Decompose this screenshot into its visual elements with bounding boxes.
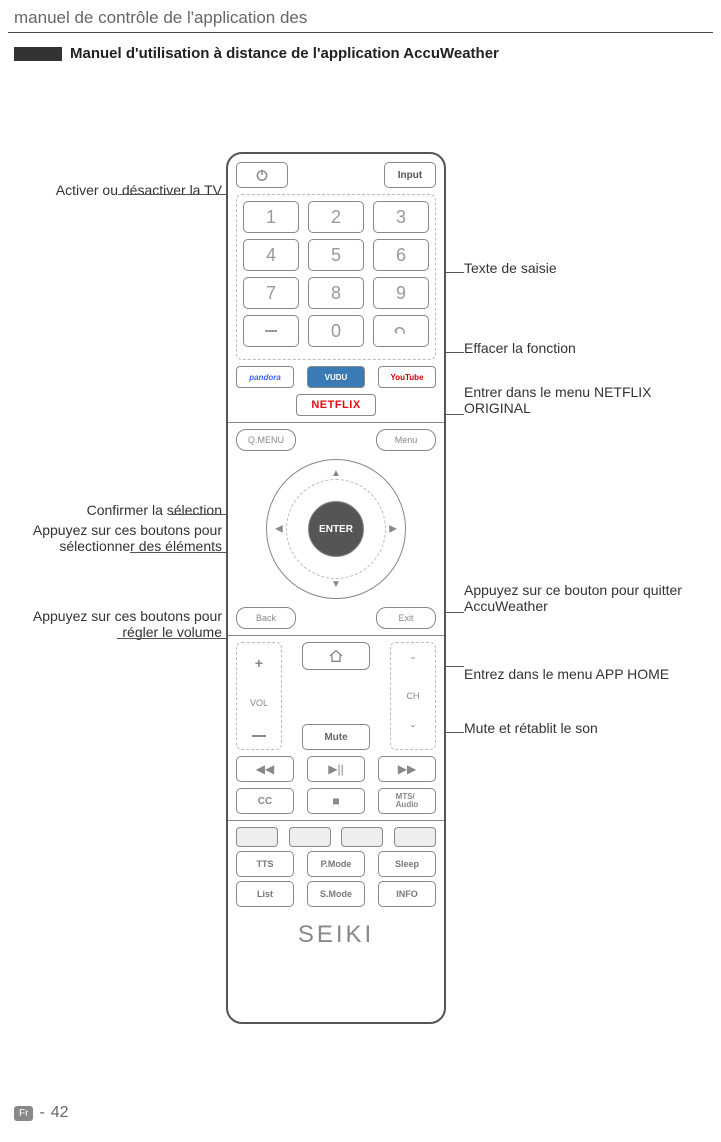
back-button[interactable]: Back	[236, 607, 296, 629]
qmenu-button[interactable]: Q.MENU	[236, 429, 296, 451]
section-title: Manuel d'utilisation à distance de l'app…	[70, 45, 499, 62]
section-color-block	[14, 47, 62, 61]
page-number: 42	[51, 1104, 69, 1122]
home-icon	[328, 648, 344, 664]
tts-button[interactable]: TTS	[236, 851, 294, 877]
num-9[interactable]: 9	[373, 277, 429, 309]
callout-confirm-text: Confirmer la sélection	[87, 502, 222, 518]
callout-select: Appuyez sur ces boutons pour sélectionne…	[0, 522, 222, 554]
ch-label: CH	[407, 691, 420, 701]
nav-section: Q.MENU Menu Back Exit ▲ ▼ ◀ ▶ ENTER	[236, 429, 436, 629]
pmode-button[interactable]: P.Mode	[307, 851, 365, 877]
pandora-button[interactable]: pandora	[236, 366, 294, 388]
num-1[interactable]: 1	[243, 201, 299, 233]
vol-down-icon	[252, 735, 266, 737]
sleep-button[interactable]: Sleep	[378, 851, 436, 877]
callout-mute: Mute et rétablit le son	[464, 720, 598, 736]
ch-down-icon: ˇ	[411, 723, 415, 737]
home-button[interactable]	[302, 642, 370, 670]
callout-text-input: Texte de saisie	[464, 260, 557, 276]
vol-label: VOL	[250, 698, 268, 708]
power-icon	[255, 168, 269, 182]
exit-button[interactable]: Exit	[376, 607, 436, 629]
callout-netflix: Entrer dans le menu NETFLIX ORIGINAL	[464, 384, 704, 416]
dpad-inner: ENTER	[286, 479, 386, 579]
dpad-left[interactable]: ◀	[275, 524, 283, 535]
num-0[interactable]: 0	[308, 315, 364, 347]
callout-clear-text: Effacer la fonction	[464, 340, 576, 356]
num-7[interactable]: 7	[243, 277, 299, 309]
callout-exit-text: Appuyez sur ce bouton pour quitter AccuW…	[464, 582, 682, 614]
leader-line	[130, 552, 226, 553]
dpad-right[interactable]: ▶	[389, 524, 397, 535]
numpad-group: 1 2 3 4 5 6 7 8 9 0	[236, 194, 436, 360]
color-yellow[interactable]	[341, 827, 383, 847]
divider	[228, 635, 444, 636]
callout-clear: Effacer la fonction	[464, 340, 576, 356]
callout-text-input-text: Texte de saisie	[464, 260, 557, 276]
ch-up-icon: ˆ	[411, 655, 415, 669]
input-button[interactable]: Input	[384, 162, 436, 188]
power-button[interactable]	[236, 162, 288, 188]
vudu-button[interactable]: VUDU	[307, 366, 365, 388]
callout-volume-text: Appuyez sur ces boutons pour régler le v…	[33, 608, 222, 640]
num-3[interactable]: 3	[373, 201, 429, 233]
mts-audio-button[interactable]: MTS/ Audio	[378, 788, 436, 814]
cc-button[interactable]: CC	[236, 788, 294, 814]
leader-line	[172, 514, 226, 515]
menu-button[interactable]: Menu	[376, 429, 436, 451]
vol-up-icon: +	[255, 655, 263, 671]
brand-logo: SEIKI	[236, 921, 436, 949]
callout-mute-text: Mute et rétablit le son	[464, 720, 598, 736]
smode-button[interactable]: S.Mode	[307, 881, 365, 907]
callout-exit: Appuyez sur ce bouton pour quitter AccuW…	[464, 582, 714, 614]
rewind-button[interactable]: ◀◀	[236, 756, 294, 782]
color-red[interactable]	[236, 827, 278, 847]
info-button[interactable]: INFO	[378, 881, 436, 907]
enter-button[interactable]: ENTER	[308, 501, 364, 557]
dpad: ▲ ▼ ◀ ▶ ENTER	[266, 459, 406, 599]
youtube-button[interactable]: YouTube	[378, 366, 436, 388]
remote: Input 1 2 3 4 5 6 7 8 9	[226, 152, 446, 1024]
callout-power: Activer ou désactiver la TV	[0, 182, 222, 198]
channel-rocker[interactable]: ˆ CH ˇ	[390, 642, 436, 750]
volume-rocker[interactable]: + VOL	[236, 642, 282, 750]
section-header: Manuel d'utilisation à distance de l'app…	[0, 33, 721, 62]
dpad-up[interactable]: ▲	[331, 468, 341, 479]
callout-confirm: Confirmer la sélection	[0, 502, 222, 518]
stop-button[interactable]: ■	[307, 788, 365, 814]
forward-button[interactable]: ▶▶	[378, 756, 436, 782]
play-pause-button[interactable]: ▶||	[307, 756, 365, 782]
leader-line	[117, 638, 226, 639]
divider	[228, 820, 444, 821]
callout-select-text: Appuyez sur ces boutons pour sélectionne…	[33, 522, 222, 554]
lang-badge: Fr	[14, 1106, 33, 1121]
leader-line	[118, 194, 226, 195]
leader-line	[446, 612, 464, 613]
color-blue[interactable]	[394, 827, 436, 847]
footer: Fr - 42	[14, 1104, 69, 1122]
num-4[interactable]: 4	[243, 239, 299, 271]
num-8[interactable]: 8	[308, 277, 364, 309]
callout-home-text: Entrez dans le menu APP HOME	[464, 666, 669, 682]
callout-power-text: Activer ou désactiver la TV	[56, 182, 222, 198]
netflix-button[interactable]: NETFLIX	[296, 394, 376, 416]
divider	[228, 422, 444, 423]
num-5[interactable]: 5	[308, 239, 364, 271]
callout-home: Entrez dans le menu APP HOME	[464, 666, 669, 682]
callout-netflix-text: Entrer dans le menu NETFLIX ORIGINAL	[464, 384, 652, 416]
num-return[interactable]	[373, 315, 429, 347]
num-6[interactable]: 6	[373, 239, 429, 271]
mute-button[interactable]: Mute	[302, 724, 370, 750]
color-green[interactable]	[289, 827, 331, 847]
dpad-down[interactable]: ▼	[331, 579, 341, 590]
list-button[interactable]: List	[236, 881, 294, 907]
num-dash[interactable]	[243, 315, 299, 347]
header-title: manuel de contrôle de l'application des	[0, 0, 721, 32]
return-icon	[392, 325, 410, 337]
callout-volume: Appuyez sur ces boutons pour régler le v…	[0, 608, 222, 640]
num-2[interactable]: 2	[308, 201, 364, 233]
